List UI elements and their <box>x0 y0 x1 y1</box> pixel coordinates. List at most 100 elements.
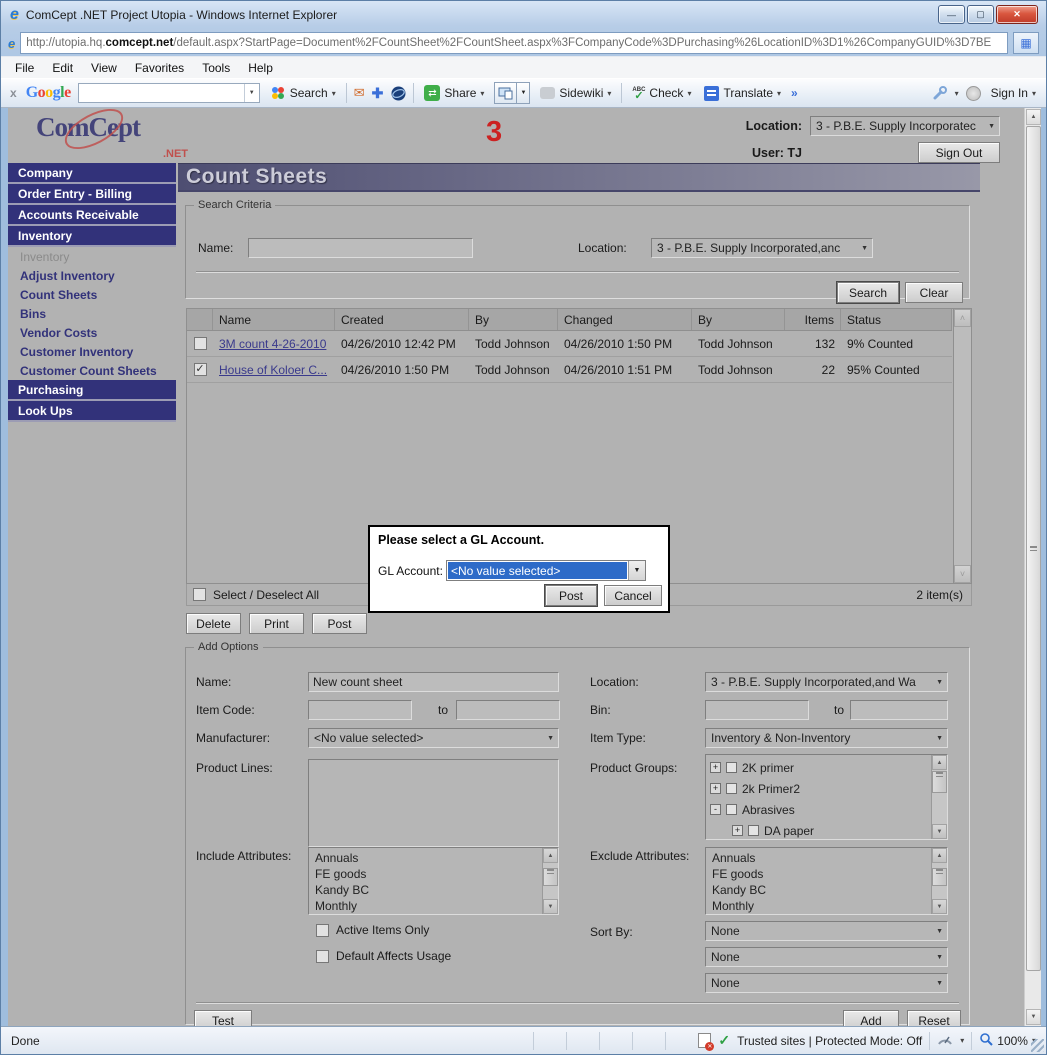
toolbar-search-button[interactable]: Search ▾ <box>267 83 339 103</box>
list-item[interactable]: Annuals <box>712 850 927 866</box>
sort-by-select-1[interactable]: None ▼ <box>705 921 948 941</box>
list-item[interactable]: Kandy BC <box>712 882 927 898</box>
bin-from-input[interactable] <box>705 700 809 720</box>
scroll-down-icon[interactable]: ▼ <box>543 899 558 914</box>
tree-scrollbar[interactable]: ▲ ▼ <box>931 755 947 839</box>
scrollbar-thumb[interactable] <box>1026 126 1041 971</box>
tree-checkbox[interactable] <box>726 783 737 794</box>
compatibility-view-button[interactable]: ▦ <box>1013 32 1039 54</box>
scroll-down-icon[interactable]: ▼ <box>932 899 947 914</box>
print-button[interactable]: Print <box>249 613 304 634</box>
sidebar-item-customer-count-sheets[interactable]: Customer Count Sheets <box>8 361 176 380</box>
row-checkbox[interactable] <box>194 337 207 350</box>
sidebar-section-purchasing[interactable]: Purchasing <box>8 380 176 401</box>
list-item[interactable]: FE goods <box>315 866 538 882</box>
scroll-down-icon[interactable]: ▼ <box>1026 1009 1041 1025</box>
column-header-created-by[interactable]: By <box>469 309 558 330</box>
tree-node-label[interactable]: Abrasives <box>742 802 795 818</box>
tree-expander-icon[interactable]: + <box>710 762 721 773</box>
clear-button[interactable]: Clear <box>905 282 963 303</box>
security-zone-text[interactable]: Trusted sites | Protected Mode: Off <box>737 1034 922 1048</box>
minimize-button[interactable]: — <box>938 5 965 24</box>
menu-help[interactable]: Help <box>239 59 282 77</box>
active-items-checkbox[interactable] <box>316 924 329 937</box>
scroll-down-icon[interactable]: ▼ <box>932 824 947 839</box>
zoom-control[interactable]: 100% ▾ <box>979 1032 1036 1049</box>
gauge-menu-arrow-icon[interactable]: ▾ <box>960 1036 964 1045</box>
tree-checkbox[interactable] <box>726 804 737 815</box>
toolbar-close-icon[interactable]: x <box>8 86 19 100</box>
dialog-post-button[interactable]: Post <box>545 585 597 606</box>
sort-by-select-2[interactable]: None ▼ <box>705 947 948 967</box>
product-lines-listbox[interactable] <box>308 759 559 847</box>
scrollbar-thumb[interactable] <box>932 868 947 886</box>
listbox-scrollbar[interactable]: ▲ ▼ <box>931 848 947 914</box>
sign-in-button[interactable]: Sign In ▾ <box>988 84 1039 102</box>
row-checkbox[interactable]: ✓ <box>194 363 207 376</box>
toolbar-overflow-chevron[interactable]: » <box>791 86 798 100</box>
column-header-changed-by[interactable]: By <box>692 309 785 330</box>
sidebar-item-customer-inventory[interactable]: Customer Inventory <box>8 342 176 361</box>
scroll-up-icon[interactable]: ▲ <box>543 848 558 863</box>
item-type-select[interactable]: Inventory & Non-Inventory ▼ <box>705 728 948 748</box>
tree-expander-icon[interactable]: - <box>710 804 721 815</box>
search-button[interactable]: Search <box>837 282 899 303</box>
tree-checkbox[interactable] <box>726 762 737 773</box>
browser-scrollbar[interactable]: ▲ ▼ <box>1024 108 1041 1026</box>
menu-file[interactable]: File <box>6 59 43 77</box>
maximize-button[interactable]: ▢ <box>967 5 994 24</box>
sidebar-section-company[interactable]: Company <box>8 163 176 184</box>
sidebar-item-count-sheets[interactable]: Count Sheets <box>8 285 176 304</box>
post-button[interactable]: Post <box>312 613 367 634</box>
column-header-created[interactable]: Created <box>335 309 469 330</box>
tree-checkbox[interactable] <box>748 825 759 836</box>
item-code-to-input[interactable] <box>456 700 560 720</box>
list-item[interactable]: Monthly <box>315 898 538 914</box>
sidebar-item-vendor-costs[interactable]: Vendor Costs <box>8 323 176 342</box>
list-item[interactable]: FE goods <box>712 866 927 882</box>
manufacturer-select[interactable]: <No value selected> ▼ <box>308 728 559 748</box>
sidebar-item-adjust-inventory[interactable]: Adjust Inventory <box>8 266 176 285</box>
page-error-icon[interactable] <box>698 1033 711 1048</box>
tree-node-label[interactable]: 2K primer <box>742 760 794 776</box>
close-button[interactable]: ✕ <box>996 5 1038 24</box>
column-header-changed[interactable]: Changed <box>558 309 692 330</box>
gl-account-select[interactable]: <No value selected> ▼ <box>446 560 646 581</box>
table-scrollbar[interactable]: ˄ ˅ <box>953 309 971 583</box>
product-groups-tree[interactable]: + 2K primer + 2k Primer2 - Abrasives + <box>705 754 948 840</box>
tree-node-label[interactable]: 2k Primer2 <box>742 781 800 797</box>
url-input[interactable]: http://utopia.hq.comcept.net/default.asp… <box>20 32 1008 54</box>
menu-favorites[interactable]: Favorites <box>126 59 193 77</box>
list-item[interactable]: Monthly <box>712 898 927 914</box>
wrench-settings-icon[interactable] <box>932 85 948 101</box>
add-name-input[interactable] <box>308 672 559 692</box>
column-header-name[interactable]: Name <box>213 309 335 330</box>
list-item[interactable]: Kandy BC <box>315 882 538 898</box>
sidewiki-button[interactable]: Sidewiki ▾ <box>537 84 614 102</box>
resize-grip[interactable] <box>1031 1039 1044 1052</box>
menu-edit[interactable]: Edit <box>43 59 82 77</box>
count-sheet-link[interactable]: House of Koloer C... <box>219 363 327 377</box>
sidebar-section-order-entry-billing[interactable]: Order Entry - Billing <box>8 184 176 205</box>
dialog-cancel-button[interactable]: Cancel <box>604 585 662 606</box>
column-header-status[interactable]: Status <box>841 309 952 330</box>
count-sheet-link[interactable]: 3M count 4-26-2010 <box>219 337 326 351</box>
menu-view[interactable]: View <box>82 59 126 77</box>
smartscreen-gauge-icon[interactable] <box>937 1033 953 1048</box>
add-location-select[interactable]: 3 - P.B.E. Supply Incorporated,and Wa ▼ <box>705 672 948 692</box>
google-earth-icon[interactable] <box>390 85 406 101</box>
news-clips-icon[interactable]: ✉ <box>354 85 365 101</box>
add-gadget-icon[interactable]: ✚ <box>372 85 384 102</box>
tree-node-label[interactable]: DA paper <box>764 823 814 839</box>
spellcheck-button[interactable]: ABC✓ Check ▾ <box>629 84 694 102</box>
menu-tools[interactable]: Tools <box>193 59 239 77</box>
header-location-select[interactable]: 3 - P.B.E. Supply Incorporatec ▼ <box>810 116 1000 136</box>
add-button[interactable]: Add <box>843 1010 899 1026</box>
default-affects-checkbox[interactable] <box>316 950 329 963</box>
search-history-dropdown[interactable]: ▼ <box>244 84 259 102</box>
select-all-checkbox[interactable] <box>193 588 206 601</box>
bin-to-input[interactable] <box>850 700 948 720</box>
scroll-up-icon[interactable]: ˄ <box>954 309 971 327</box>
tree-expander-icon[interactable]: + <box>710 783 721 794</box>
search-name-input[interactable] <box>248 238 473 258</box>
